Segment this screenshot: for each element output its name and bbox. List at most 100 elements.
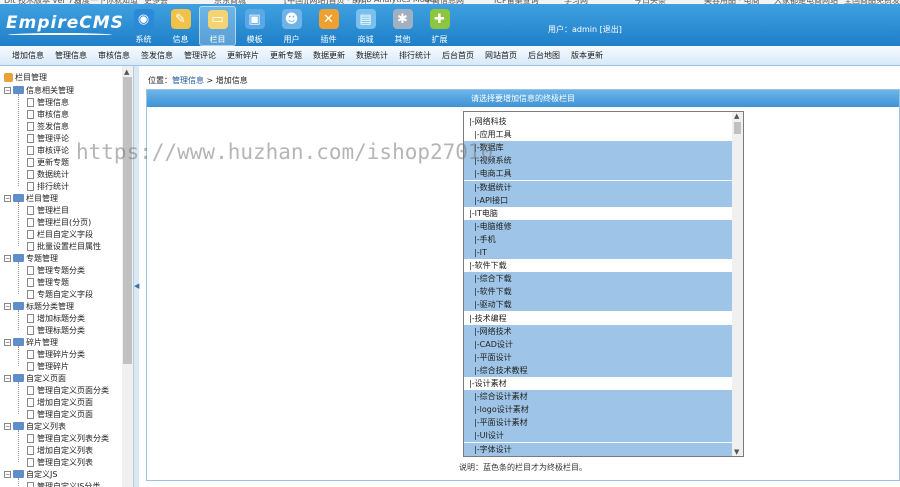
column-option-leaf[interactable]: |-UI设计: [464, 429, 734, 443]
column-option-leaf[interactable]: |-CAD设计: [464, 337, 734, 351]
tree-item[interactable]: 管理信息: [27, 96, 69, 108]
column-listbox[interactable]: |-字体设计 |-UI设计 |-平面设计素材 |-logo设计素材 |-综合设计…: [463, 111, 744, 457]
column-option-leaf[interactable]: |-平面设计: [464, 350, 734, 364]
column-option-leaf[interactable]: |-视频系统: [464, 154, 734, 168]
nav-shop[interactable]: ▤ 商城: [347, 6, 384, 46]
tree-item[interactable]: 管理自定义页面: [27, 408, 93, 420]
submenu-item[interactable]: 后台地图: [528, 50, 560, 61]
column-option-leaf[interactable]: |-电商工具: [464, 167, 734, 181]
nav-plus[interactable]: ✚ 扩展: [421, 6, 458, 46]
tree-item[interactable]: 批量设置栏目属性: [27, 240, 101, 252]
collapse-icon[interactable]: −: [4, 86, 11, 94]
column-option-parent[interactable]: |-应用工具: [464, 128, 734, 141]
tree-item[interactable]: 排行统计: [27, 180, 69, 192]
user-info[interactable]: 用户：admin [退出]: [548, 24, 622, 35]
scroll-thumb[interactable]: [123, 77, 132, 364]
tree-group[interactable]: − 碎片管理: [4, 336, 58, 348]
collapse-icon[interactable]: −: [4, 338, 11, 346]
tree-item[interactable]: 管理自定义页面分类: [27, 384, 109, 396]
nav-tools[interactable]: ✕ 插件: [310, 6, 347, 46]
tree-item[interactable]: 栏目自定义字段: [27, 228, 93, 240]
breadcrumb-link[interactable]: 管理信息: [172, 76, 204, 85]
tree-item[interactable]: 管理标题分类: [27, 324, 85, 336]
scroll-up-icon[interactable]: ▲: [734, 112, 739, 120]
tree-item[interactable]: 增加标题分类: [27, 312, 85, 324]
column-option-parent[interactable]: |-网络科技: [464, 115, 734, 128]
column-option-leaf[interactable]: |-驱动下载: [464, 298, 734, 312]
tree-item[interactable]: 管理自定义JS分类: [27, 480, 100, 487]
submenu-item[interactable]: 更新碎片: [227, 50, 259, 61]
submenu-item[interactable]: 更新专题: [270, 50, 302, 61]
frame-splitter[interactable]: ◀: [133, 66, 139, 487]
column-option-leaf[interactable]: |-综合技术教程: [464, 363, 734, 377]
column-option-leaf[interactable]: |-数据统计: [464, 180, 734, 194]
column-option-leaf[interactable]: |-IT: [464, 246, 734, 259]
empirecms-logo[interactable]: EmpireCMS: [6, 13, 123, 39]
column-option-leaf[interactable]: |-综合下载: [464, 272, 734, 286]
tree-group[interactable]: − 专题管理: [4, 252, 58, 264]
submenu-item[interactable]: 审核信息: [98, 50, 130, 61]
column-option-leaf[interactable]: |-数据库: [464, 141, 734, 155]
listbox-scrollbar[interactable]: ▲ ▼: [732, 112, 743, 456]
column-option-parent[interactable]: |-设计素材: [464, 377, 734, 390]
tree-item[interactable]: 审核信息: [27, 108, 69, 120]
tree-item[interactable]: 审核评论: [27, 144, 69, 156]
column-option-parent[interactable]: |-IT电脑: [464, 207, 734, 220]
scroll-down-icon[interactable]: ▼: [734, 448, 739, 456]
column-option-leaf[interactable]: |-综合设计素材: [464, 390, 734, 404]
submenu-item[interactable]: 后台首页: [442, 50, 474, 61]
column-option-leaf[interactable]: |-API接口: [464, 193, 734, 207]
collapse-icon[interactable]: −: [4, 374, 11, 382]
scroll-thumb[interactable]: [734, 122, 741, 134]
nav-gear[interactable]: ✱ 其他: [384, 6, 421, 46]
column-option-leaf[interactable]: |-网络技术: [464, 324, 734, 338]
collapse-icon[interactable]: −: [4, 254, 11, 262]
tree-group[interactable]: − 自定义页面: [4, 372, 66, 384]
nav-folder[interactable]: ▭ 栏目: [199, 6, 236, 46]
tree-item[interactable]: 管理评论: [27, 132, 69, 144]
submenu-item[interactable]: 网站首页: [485, 50, 517, 61]
tree-item[interactable]: 签发信息: [27, 120, 69, 132]
tree-item[interactable]: 管理自定义列表: [27, 456, 93, 468]
column-option-leaf[interactable]: |-字体设计: [464, 442, 734, 456]
column-option-parent[interactable]: |-技术编程: [464, 312, 734, 325]
tree-item[interactable]: 专题自定义字段: [27, 288, 93, 300]
tree-scrollbar[interactable]: ▲: [122, 66, 133, 487]
collapse-icon[interactable]: −: [4, 422, 11, 430]
submenu-item[interactable]: 签发信息: [141, 50, 173, 61]
nav-globe[interactable]: ◉ 系统: [125, 6, 162, 46]
tree-item[interactable]: 管理专题分类: [27, 264, 85, 276]
tree-group[interactable]: − 信息相关管理: [4, 84, 74, 96]
tree-item[interactable]: 管理自定义列表分类: [27, 432, 109, 444]
tree-item[interactable]: 更新专题: [27, 156, 69, 168]
submenu-item[interactable]: 数据更新: [313, 50, 345, 61]
tree-item[interactable]: 管理碎片分类: [27, 348, 85, 360]
column-option-leaf[interactable]: |-手机: [464, 232, 734, 246]
collapse-icon[interactable]: −: [4, 302, 11, 310]
tree-item[interactable]: 增加自定义页面: [27, 396, 93, 408]
tree-item[interactable]: 增加自定义列表: [27, 444, 93, 456]
tree-item[interactable]: 管理专题: [27, 276, 69, 288]
nav-window[interactable]: ▣ 模板: [236, 6, 273, 46]
tree-root[interactable]: 栏目管理: [4, 72, 47, 83]
collapse-left-icon[interactable]: ◀: [134, 282, 139, 290]
column-option-leaf[interactable]: |-软件下载: [464, 285, 734, 299]
submenu-item[interactable]: 增加信息: [12, 50, 44, 61]
tree-item[interactable]: 管理栏目(分页): [27, 216, 91, 228]
column-option-parent[interactable]: |-软件下载: [464, 259, 734, 272]
submenu-item[interactable]: 数据统计: [356, 50, 388, 61]
collapse-icon[interactable]: −: [4, 194, 11, 202]
submenu-item[interactable]: 管理信息: [55, 50, 87, 61]
tree-group[interactable]: − 自定义列表: [4, 420, 66, 432]
column-option-leaf[interactable]: |-平面设计素材: [464, 416, 734, 430]
column-option-leaf[interactable]: |-logo设计素材: [464, 403, 734, 417]
tree-group[interactable]: − 标题分类管理: [4, 300, 74, 312]
nav-user[interactable]: ☻ 用户: [273, 6, 310, 46]
tree-item[interactable]: 数据统计: [27, 168, 69, 180]
submenu-item[interactable]: 排行统计: [399, 50, 431, 61]
tree-item[interactable]: 管理栏目: [27, 204, 69, 216]
collapse-icon[interactable]: −: [4, 470, 11, 478]
tree-item[interactable]: 管理碎片: [27, 360, 69, 372]
submenu-item[interactable]: 管理评论: [184, 50, 216, 61]
scroll-up-icon[interactable]: ▲: [124, 68, 129, 76]
